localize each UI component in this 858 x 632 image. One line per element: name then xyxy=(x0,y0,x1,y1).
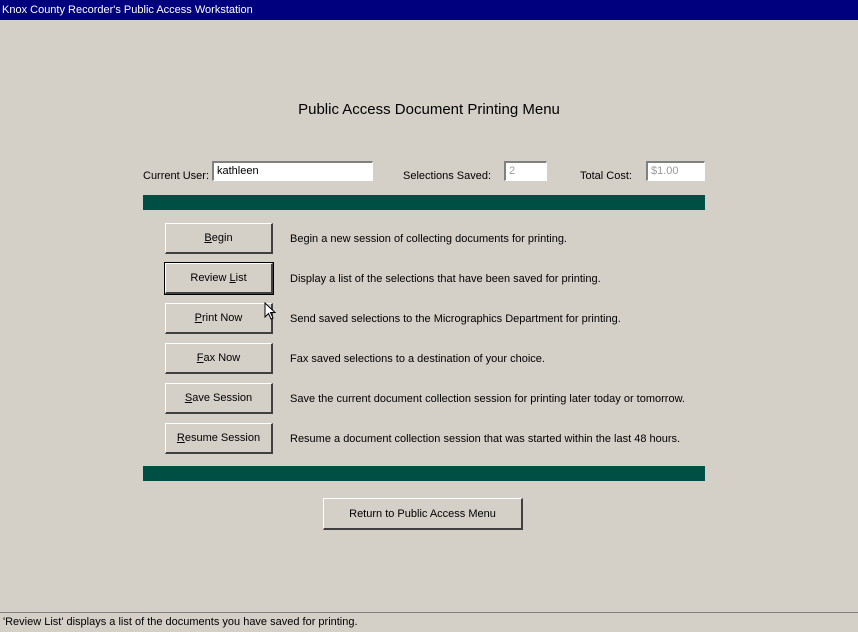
review-list-description: Display a list of the selections that ha… xyxy=(290,273,601,285)
page-title: Public Access Document Printing Menu xyxy=(298,101,560,118)
resume-session-button[interactable]: Resume Session xyxy=(165,423,273,454)
print-now-button[interactable]: Print Now xyxy=(165,303,273,334)
status-text: 'Review List' displays a list of the doc… xyxy=(3,616,358,628)
window-title: Knox County Recorder's Public Access Wor… xyxy=(2,4,253,16)
save-session-button[interactable]: Save Session xyxy=(165,383,273,414)
current-user-field[interactable]: kathleen xyxy=(212,161,373,181)
mouse-pointer-icon xyxy=(264,302,277,320)
print-now-description: Send saved selections to the Micrographi… xyxy=(290,313,621,325)
main-panel: Public Access Document Printing Menu Cur… xyxy=(0,20,858,612)
selections-saved-field: 2 xyxy=(504,161,547,181)
resume-session-description: Resume a document collection session tha… xyxy=(290,433,681,445)
fax-now-button[interactable]: Fax Now xyxy=(165,343,273,374)
return-to-menu-button[interactable]: Return to Public Access Menu xyxy=(323,498,523,530)
total-cost-field: $1.00 xyxy=(646,161,705,181)
fax-now-description: Fax saved selections to a destination of… xyxy=(290,353,545,365)
window-title-bar: Knox County Recorder's Public Access Wor… xyxy=(0,0,858,20)
divider-top xyxy=(143,195,705,210)
total-cost-label: Total Cost: xyxy=(580,170,632,182)
current-user-label: Current User: xyxy=(143,170,210,182)
status-bar: 'Review List' displays a list of the doc… xyxy=(0,612,858,632)
selections-saved-label: Selections Saved: xyxy=(403,170,492,182)
divider-bottom xyxy=(143,466,705,481)
begin-description: Begin a new session of collecting docume… xyxy=(290,233,567,245)
begin-button[interactable]: Begin xyxy=(165,223,273,254)
review-list-button[interactable]: Review List xyxy=(164,262,274,295)
save-session-description: Save the current document collection ses… xyxy=(290,393,685,405)
